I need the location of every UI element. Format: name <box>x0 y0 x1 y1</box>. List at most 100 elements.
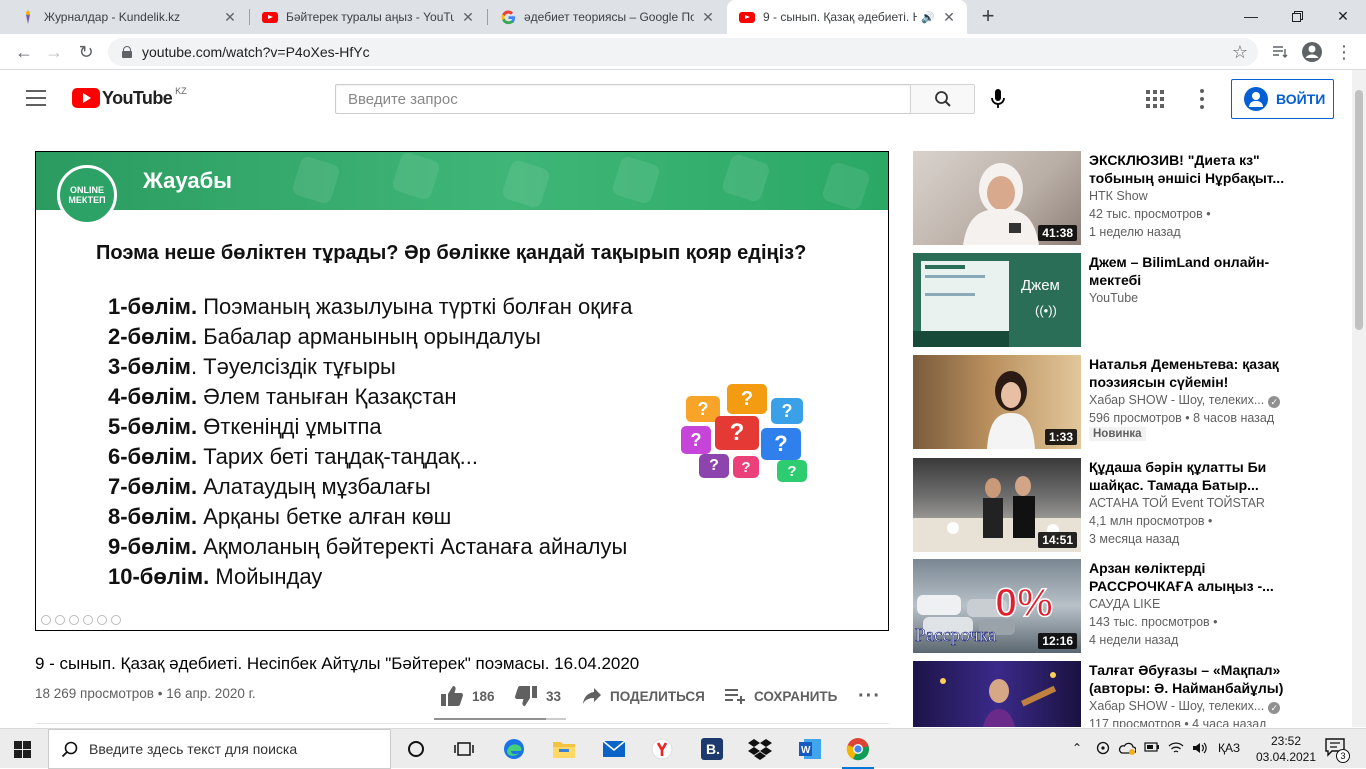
notification-count: 3 <box>1336 749 1350 763</box>
recommendation-item[interactable]: Джем ((•)) Джем – BilimLand онлайн-мекте… <box>913 253 1333 347</box>
online-mektep-logo: ONLINE МЕКТЕП <box>57 165 117 225</box>
part-item: 9-бөлім. Ақмоланың бәйтеректі Астанаға а… <box>108 534 628 559</box>
video-thumbnail[interactable]: 14:51 <box>913 458 1081 552</box>
tab-google-search[interactable]: әдебиет теориясы – Google Поиск ✕ <box>488 0 726 34</box>
video-thumbnail[interactable]: 1:33 <box>913 355 1081 449</box>
recommendation-item[interactable]: Талғат Әбуғазы – «Мақпал» (авторы: Ә. На… <box>913 661 1333 727</box>
like-ratio-bar <box>434 718 566 720</box>
show-hidden-icons[interactable]: ⌃ <box>1072 741 1082 755</box>
upload-date: 1 неделю назад <box>1089 225 1181 239</box>
mail-icon[interactable] <box>594 734 634 764</box>
dislike-button[interactable]: 33 <box>514 686 561 706</box>
video-player[interactable]: ONLINE МЕКТЕП Жауабы Поэма неше бөліктен… <box>35 151 889 631</box>
recommendation-item[interactable]: 14:51 Құдаша бәрін құлатты Би шайқас. Та… <box>913 458 1333 552</box>
signin-label: ВОЙТИ <box>1276 91 1326 107</box>
new-badge: Новинка <box>1089 427 1146 441</box>
back-button[interactable]: ← <box>10 38 38 66</box>
menu-icon[interactable] <box>26 90 46 106</box>
recommendation-item[interactable]: 1:33 Наталья Деменьтева: қазақ поэзиясын… <box>913 355 1333 449</box>
playlist-add-icon <box>724 688 746 704</box>
windows-start-icon[interactable] <box>14 741 31 758</box>
clock-date: 03.04.2021 <box>1255 750 1317 764</box>
share-button[interactable]: ПОДЕЛИТЬСЯ <box>582 686 705 706</box>
search-icon <box>934 91 951 107</box>
bookmark-star-icon[interactable]: ☆ <box>1232 42 1248 63</box>
dropbox-icon[interactable] <box>740 734 780 764</box>
lock-icon[interactable] <box>122 46 132 58</box>
profile-icon[interactable] <box>1298 38 1326 66</box>
save-button[interactable]: СОХРАНИТЬ <box>724 686 837 706</box>
close-tab-icon[interactable]: ✕ <box>460 9 476 26</box>
more-actions-icon[interactable]: ··· <box>858 685 881 707</box>
thumbnail-label: Джем <box>1021 277 1060 294</box>
video-title: Арзан көліктерді РАССРОЧКАҒА алыңыз -... <box>1089 560 1274 594</box>
youtube-logo[interactable]: YouTube KZ <box>72 86 187 108</box>
search-placeholder: Введите запрос <box>348 90 458 108</box>
restore-button[interactable] <box>1274 0 1320 32</box>
logo-line1: ONLINE <box>69 185 104 195</box>
network-status-icon[interactable] <box>1096 741 1110 758</box>
tab-baiterek-legend[interactable]: Бәйтерек туралы аңыз - YouTube ✕ <box>250 0 486 34</box>
video-duration: 12:16 <box>1038 633 1077 649</box>
share-icon <box>582 687 602 705</box>
close-window-button[interactable]: ✕ <box>1320 0 1366 32</box>
system-clock[interactable]: 23:52 03.04.2021 <box>1254 733 1318 765</box>
upload-date: 4 недели назад <box>1089 633 1179 647</box>
reload-button[interactable]: ↻ <box>72 38 100 66</box>
notifications-icon[interactable]: 3 <box>1324 737 1350 763</box>
audio-playing-icon[interactable]: 🔊 <box>921 11 935 24</box>
thumb-down-icon <box>514 685 538 707</box>
file-explorer-icon[interactable] <box>544 734 584 764</box>
video-thumbnail[interactable] <box>913 661 1081 727</box>
close-tab-icon[interactable]: ✕ <box>222 9 238 26</box>
edge-icon[interactable] <box>494 734 534 764</box>
like-button[interactable]: 186 <box>440 686 495 706</box>
taskbar-search-input[interactable]: Введите здесь текст для поиска <box>48 729 391 769</box>
search-input[interactable]: Введите запрос <box>335 84 911 114</box>
video-thumbnail[interactable]: Джем ((•)) <box>913 253 1081 347</box>
new-tab-button[interactable]: + <box>976 5 1000 29</box>
word-icon[interactable]: W <box>790 734 830 764</box>
page-scrollbar[interactable] <box>1352 70 1366 727</box>
video-duration: 1:33 <box>1044 429 1077 445</box>
minimize-button[interactable]: — <box>1228 0 1274 32</box>
parts-list: 1-бөлім. Поэманың жазылуына түрткі болға… <box>108 292 632 592</box>
tab-current-video[interactable]: 9 - сынып. Қазақ әдебиеті. Н 🔊 ✕ <box>727 0 967 34</box>
apps-grid-icon[interactable] <box>1146 90 1164 108</box>
search-button[interactable] <box>910 84 975 114</box>
channel-name: Хабар SHOW - Шоу, телеких... ✓ <box>1089 697 1281 715</box>
task-view-icon[interactable] <box>444 734 484 764</box>
signin-button[interactable]: ВОЙТИ <box>1231 79 1334 119</box>
recommendation-item[interactable]: 0% Рассрочка 12:16 Арзан көліктерді РАСС… <box>913 559 1333 653</box>
tab-kundelik[interactable]: Журналдар - Kundelik.kz ✕ <box>8 0 248 34</box>
thumb-up-icon <box>440 685 464 707</box>
video-duration: 14:51 <box>1038 532 1077 548</box>
browser-tab-strip: Журналдар - Kundelik.kz ✕ Бәйтерек турал… <box>0 0 1366 34</box>
cortana-icon[interactable] <box>396 734 436 764</box>
video-title: Джем – BilimLand онлайн-мектебі <box>1089 254 1270 288</box>
kundelik-icon <box>20 9 36 25</box>
bilimland-icon[interactable]: B. <box>692 734 732 764</box>
live-broadcast-icon: ((•)) <box>1035 303 1057 318</box>
slide-controls <box>41 615 121 625</box>
battery-icon[interactable] <box>1144 741 1160 756</box>
wifi-icon[interactable] <box>1168 741 1184 758</box>
reading-list-icon[interactable] <box>1266 38 1294 66</box>
recommendation-item[interactable]: 41:38 ЭКСКЛЮЗИВ! "Диета кз" тобының әнші… <box>913 151 1333 245</box>
onedrive-icon[interactable] <box>1118 741 1137 758</box>
chrome-icon[interactable] <box>838 734 878 769</box>
yandex-icon[interactable] <box>642 734 682 764</box>
settings-menu-icon[interactable] <box>1199 89 1205 109</box>
close-tab-icon[interactable]: ✕ <box>941 9 957 26</box>
forward-button[interactable]: → <box>40 38 68 66</box>
close-tab-icon[interactable]: ✕ <box>700 9 716 26</box>
video-thumbnail[interactable]: 41:38 <box>913 151 1081 245</box>
channel-name: САУДА LIKE <box>1089 597 1161 611</box>
tab-title: Журналдар - Kundelik.kz <box>44 10 181 24</box>
input-language-indicator[interactable]: ҚАЗ <box>1218 741 1240 755</box>
address-bar[interactable]: youtube.com/watch?v=P4oXes-HfYc ☆ <box>108 38 1258 66</box>
voice-search-icon[interactable] <box>988 88 1008 110</box>
chrome-menu-icon[interactable]: ⋮ <box>1330 38 1358 66</box>
volume-icon[interactable] <box>1192 741 1208 758</box>
video-thumbnail[interactable]: 0% Рассрочка 12:16 <box>913 559 1081 653</box>
